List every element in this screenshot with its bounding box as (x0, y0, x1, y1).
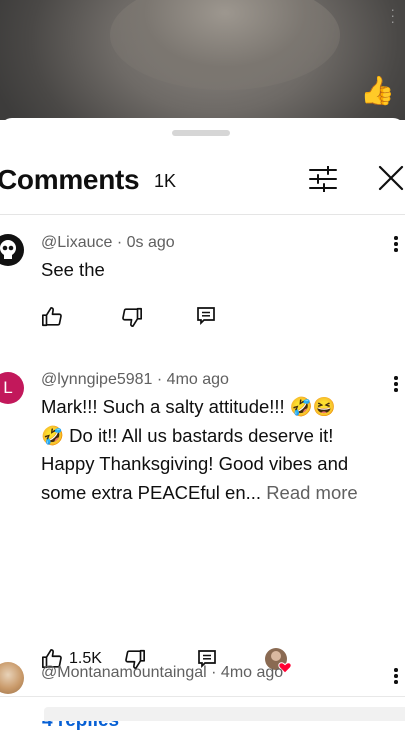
skull-icon (0, 240, 16, 259)
dislike-button[interactable] (121, 306, 143, 328)
reply-button[interactable] (196, 306, 216, 326)
video-like-icon[interactable]: 👍 (360, 74, 395, 107)
comments-sheet: Comments 1K @Lixauce · 0s ago See the L … (0, 118, 405, 731)
avatar[interactable] (0, 234, 24, 266)
add-comment-bar[interactable] (0, 696, 405, 721)
video-player-area[interactable]: · · · 👍 (0, 0, 405, 120)
like-button[interactable] (41, 306, 63, 328)
avatar-letter: L (3, 378, 13, 397)
header-divider (0, 214, 405, 215)
comments-title: Comments (0, 164, 140, 195)
drag-handle[interactable] (172, 130, 230, 136)
comment-time: 4mo ago (220, 664, 284, 681)
comment-author[interactable]: @Lixauce (41, 234, 112, 251)
avatar[interactable] (0, 662, 24, 694)
comment-author-line: @Lixauce · 0s ago (41, 234, 175, 251)
avatar[interactable]: L (0, 372, 24, 404)
comment-author[interactable]: @lynngipe5981 (41, 371, 152, 388)
more-vert-icon[interactable] (392, 376, 400, 394)
more-vert-icon[interactable] (392, 236, 400, 254)
comment-time: 0s ago (126, 234, 175, 251)
add-comment-input[interactable] (44, 707, 405, 721)
comment-author-line: @Montanamountaingal · 4mo ago (41, 664, 284, 681)
video-more-icon[interactable]: · · · (390, 2, 395, 28)
comment-time: 4mo ago (166, 371, 229, 388)
thumb-up-icon (42, 307, 62, 327)
comment-line: Mark!!! Such a salty attitude!!! 🤣😆 (41, 396, 336, 417)
comment-line: Happy Thanksgiving! Good vibes and (41, 453, 349, 474)
thumb-down-icon (122, 307, 142, 327)
comment-line: some extra PEACEful en... (41, 481, 262, 503)
filter-icon[interactable] (308, 166, 338, 192)
comment-line: 🤣 Do it!! All us bastards deserve it! (41, 424, 334, 446)
comment-author[interactable]: @Montanamountaingal (41, 664, 207, 681)
read-more-link[interactable]: Read more (266, 482, 358, 503)
comment-author-line: @lynngipe5981 · 4mo ago (41, 371, 229, 388)
video-frame (110, 0, 340, 90)
comment-text: See the (41, 259, 105, 280)
comment-text: Mark!!! Such a salty attitude!!! 🤣😆 🤣 Do… (41, 393, 391, 507)
close-icon[interactable] (377, 164, 405, 192)
more-vert-icon[interactable] (392, 668, 400, 686)
reply-icon (197, 307, 215, 326)
comments-count: 1K (154, 171, 177, 191)
